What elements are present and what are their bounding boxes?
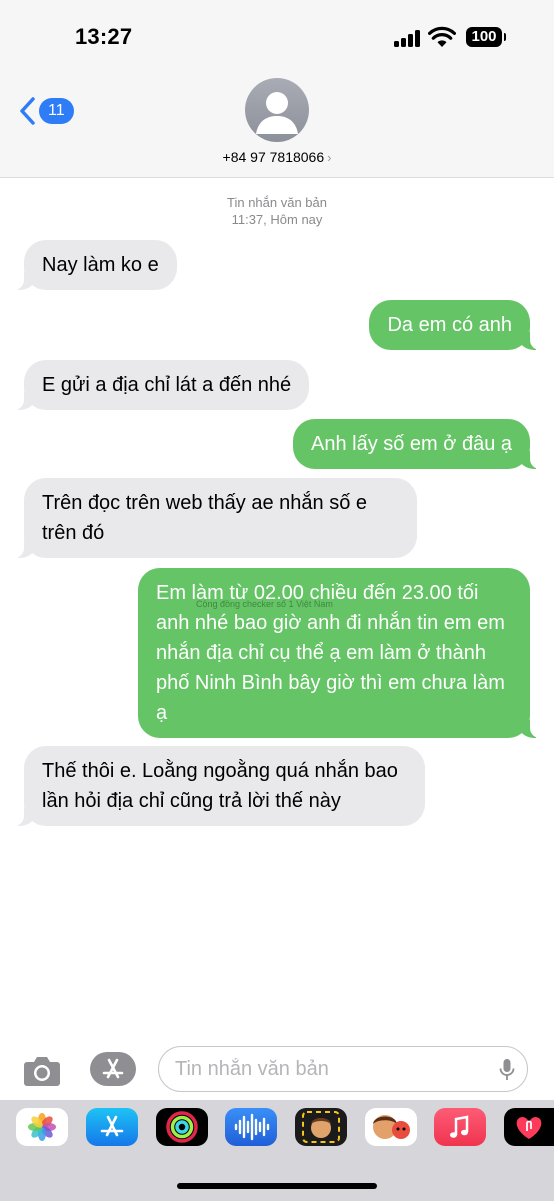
unread-count-badge: 11 [39, 98, 74, 124]
camera-icon[interactable] [22, 1052, 62, 1088]
app-store-button[interactable] [90, 1052, 136, 1086]
contact-number: +84 97 7818066 [222, 149, 325, 165]
back-button[interactable]: 11 [18, 96, 74, 126]
service-label: Tin nhắn văn bản [227, 195, 327, 210]
memoji-icon[interactable] [295, 1108, 347, 1146]
message-outgoing[interactable]: Anh lấy số em ở đâu ạ [292, 419, 541, 469]
app-store-icon[interactable] [86, 1108, 138, 1146]
microphone-icon[interactable] [499, 1058, 515, 1082]
chevron-right-icon: › [327, 150, 332, 165]
chevron-left-icon [20, 97, 35, 125]
status-time: 13:27 [75, 24, 133, 49]
person-icon [256, 92, 298, 134]
wifi-icon [428, 26, 456, 47]
message-incoming[interactable]: Nay làm ko e [14, 240, 177, 290]
message-outgoing[interactable]: Em làm từ 02.00 chiều đến 23.00 tối anh … [138, 568, 540, 738]
cellular-signal-icon [394, 29, 420, 47]
animoji-stickers-icon[interactable] [365, 1108, 417, 1146]
photos-icon[interactable] [16, 1108, 68, 1146]
music-icon[interactable] [434, 1108, 486, 1146]
contact-avatar[interactable] [245, 78, 309, 142]
home-indicator [177, 1183, 377, 1189]
fitness-icon[interactable] [156, 1108, 208, 1146]
audio-message-icon[interactable] [225, 1108, 277, 1146]
digital-touch-icon[interactable] [504, 1108, 554, 1146]
battery-icon: 100 [466, 27, 506, 47]
thread-timestamp: 11:37, Hôm nay [231, 212, 323, 227]
message-incoming[interactable]: E gửi a địa chỉ lát a đến nhé [13, 360, 310, 410]
conversation-header: 13:27 100 11 +84 97 7818066 › [0, 0, 554, 178]
app-store-icon [102, 1058, 124, 1079]
message-input[interactable] [175, 1055, 475, 1083]
contact-name-button[interactable]: +84 97 7818066 › [0, 149, 554, 165]
message-incoming[interactable]: Thế thôi e. Loằng ngoằng quá nhắn bao lầ… [14, 746, 425, 826]
message-input-box[interactable] [158, 1046, 528, 1092]
watermark-text: Cộng đồng checker số 1 Việt Nam [196, 599, 333, 609]
message-outgoing[interactable]: Da em có anh [369, 300, 540, 350]
message-incoming[interactable]: Trên đọc trên web thấy ae nhắn số e trên… [14, 478, 417, 558]
